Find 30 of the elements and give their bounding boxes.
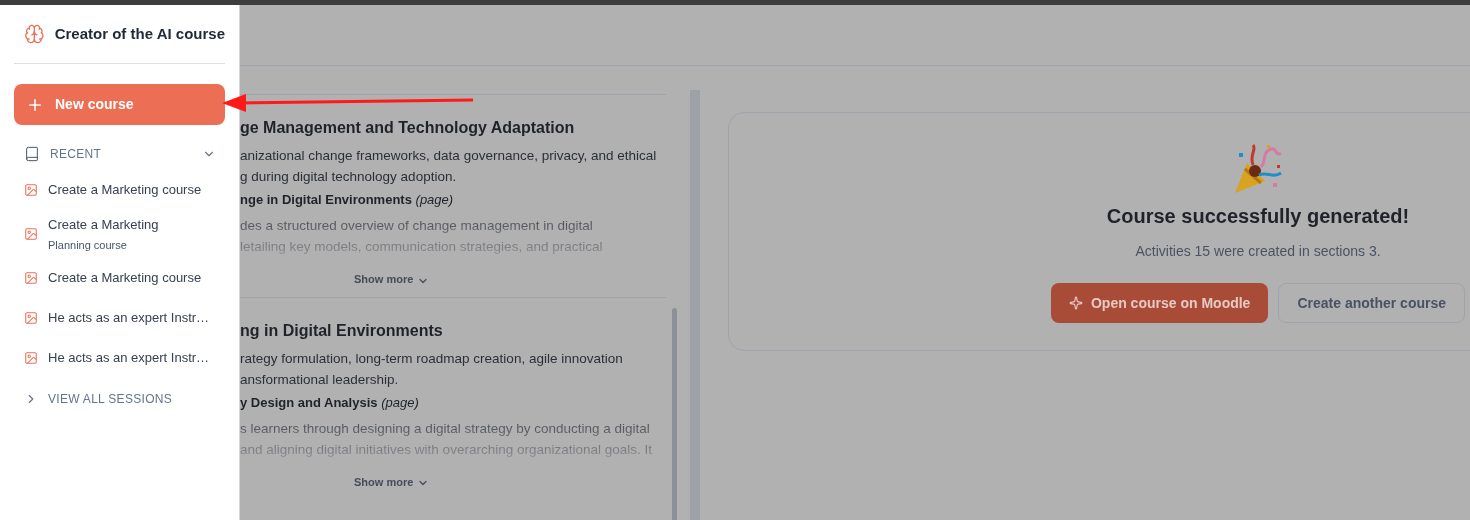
new-course-button[interactable]: New course [14, 84, 225, 125]
view-all-sessions-link[interactable]: VIEW ALL SESSIONS [14, 388, 225, 410]
sparkle-icon [1068, 296, 1083, 310]
section-summary: rategy formulation, long-term roadmap creation, agile innovation ansformational leadership. [240, 349, 624, 389]
image-icon [24, 271, 38, 285]
activity-title: y Design and Analysis (page) [240, 393, 420, 412]
success-title: Course successfully generated! [1106, 204, 1410, 229]
section-title: ng in Digital Environments [240, 320, 444, 341]
show-more-button[interactable]: Show more [354, 473, 430, 490]
show-more-button[interactable]: Show more [354, 271, 430, 288]
section-title: ge Management and Technology Adaptation [240, 118, 576, 138]
image-icon [24, 227, 38, 241]
activity-title: nge in Digital Environments (page) [240, 191, 455, 209]
session-item[interactable]: He acts as an expert Instr… [14, 298, 225, 338]
recent-toggle[interactable]: RECENT [14, 144, 225, 164]
session-item[interactable]: Create a Marketing Planning course [14, 210, 225, 258]
image-icon [24, 183, 38, 197]
scrollbar-thumb[interactable] [672, 308, 677, 520]
session-item[interactable]: Create a Marketing course [14, 170, 225, 210]
image-icon [24, 311, 38, 325]
app-title: Creator of the AI course [54, 23, 225, 44]
image-icon [24, 351, 38, 365]
create-another-course-button[interactable]: Create another course [1278, 283, 1466, 323]
section-summary: anizational change frameworks, data governance, privacy, and ethical g during digital technology adoption. [240, 147, 658, 186]
session-item[interactable]: Create a Marketing course [14, 258, 225, 298]
brain-icon [24, 23, 45, 45]
open-course-button[interactable]: Open course on Moodle [1050, 283, 1269, 323]
success-message: Activities 15 were created in sections 3. [1135, 242, 1381, 261]
book-icon [24, 146, 40, 162]
session-item[interactable]: He acts as an expert Instr… [14, 338, 225, 378]
